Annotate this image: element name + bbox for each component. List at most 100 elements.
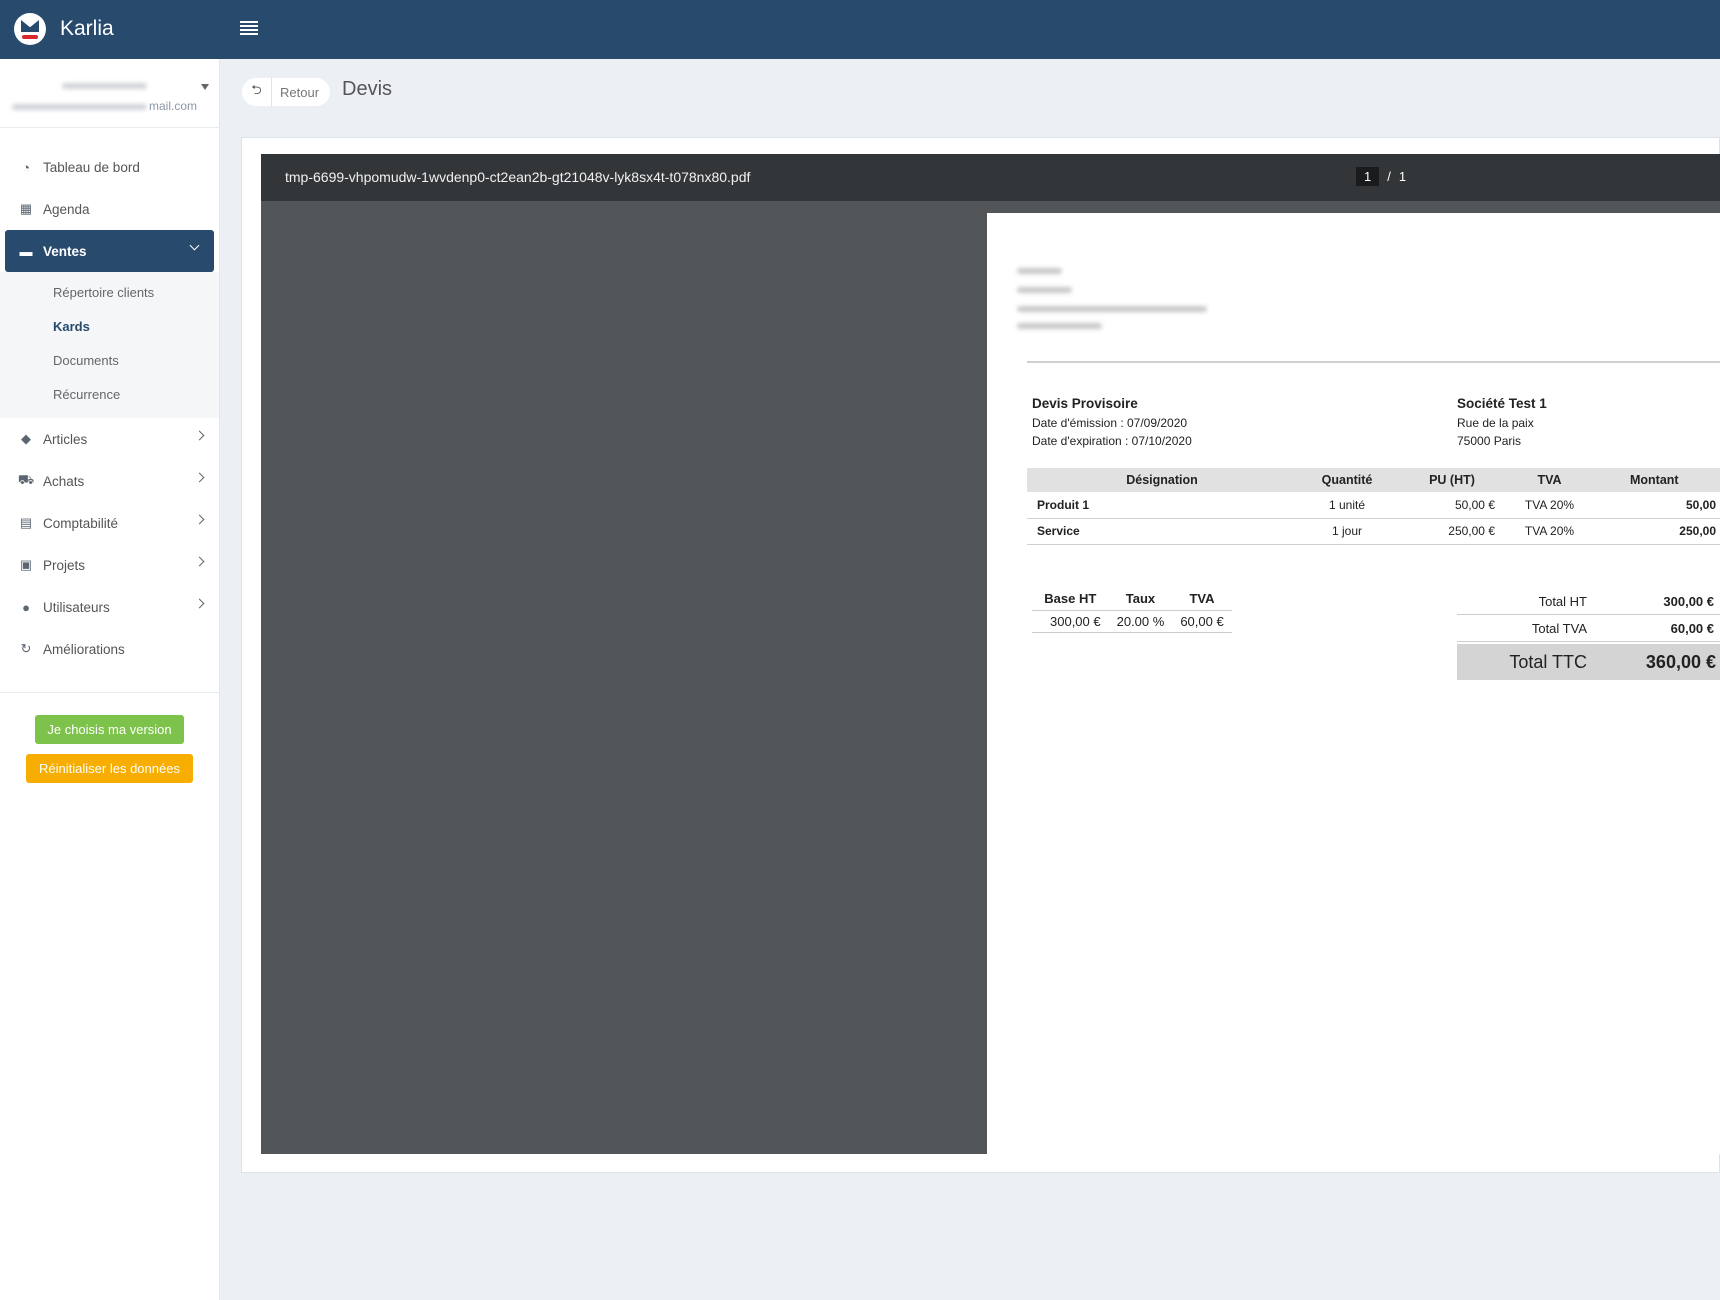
main-nav: ◔ Tableau de bord ▦ Agenda ▬ Ventes Répe…	[0, 128, 219, 670]
sidebar-item-label: Comptabilité	[43, 515, 119, 531]
briefcase-icon: ▬	[19, 243, 33, 259]
pdf-toolbar: tmp-6699-vhpomudw-1wvdenp0-ct2ean2b-gt21…	[261, 154, 1720, 201]
emission-date: Date d'émission : 07/09/2020	[1032, 416, 1188, 430]
sidebar-item-label: Tableau de bord	[43, 159, 140, 175]
sidebar-item-comptabilite[interactable]: ▤ Comptabilité	[0, 502, 219, 544]
refresh-icon: ↻	[20, 641, 32, 656]
cart-icon: ⛟	[17, 472, 35, 487]
col-header: TVA	[1507, 468, 1592, 492]
sidebar-item-ameliorations[interactable]: ↻ Améliorations	[0, 628, 219, 670]
calculator-icon: ▤	[19, 515, 33, 530]
quote-title: Devis Provisoire	[1032, 396, 1138, 411]
project-icon: ▣	[19, 557, 33, 572]
reset-data-button[interactable]: Réinitialiser les données	[26, 754, 193, 783]
total-tva-value: 60,00 €	[1670, 620, 1714, 636]
sidebar-item-achats[interactable]: ⛟ Achats	[0, 460, 219, 502]
total-tva-label: Total TVA	[1531, 620, 1587, 636]
col-header: Montant	[1592, 468, 1720, 492]
total-ht-row: Total HT 300,00 €	[1457, 588, 1720, 615]
sidebar-item-articles[interactable]: ◆ Articles	[0, 418, 219, 460]
sidebar: mail.com ◔ Tableau de bord ▦ Agenda ▬ Ve…	[0, 59, 220, 1300]
cell-quantite: 1 jour	[1297, 518, 1397, 545]
top-bar: Karlia	[0, 0, 1720, 59]
chevron-right-icon	[194, 472, 205, 483]
cell-pu: 50,00 €	[1397, 492, 1507, 519]
pdf-viewer[interactable]: tmp-6699-vhpomudw-1wvdenp0-ct2ean2b-gt21…	[261, 154, 1720, 1154]
cell-montant: 250,00	[1592, 518, 1720, 545]
tva-col-header: TVA	[1172, 588, 1232, 611]
user-menu[interactable]: mail.com	[0, 59, 219, 127]
pdf-page: Devis Provisoire Date d'émission : 07/09…	[987, 213, 1720, 1154]
ventes-submenu: Répertoire clients Kards Documents Récur…	[0, 272, 219, 418]
calendar-icon: ▦	[19, 201, 33, 216]
table-row: Produit 1 1 unité 50,00 € TVA 20% 50,00	[1027, 492, 1720, 519]
menu-toggle-icon[interactable]	[240, 21, 258, 37]
sidebar-item-label: Améliorations	[43, 641, 125, 657]
sidebar-item-label: Agenda	[43, 201, 90, 217]
users-icon: ●	[22, 599, 30, 615]
client-info: Société Test 1 Rue de la paix 75000 Pari…	[1457, 394, 1547, 450]
total-pages: 1	[1398, 169, 1407, 184]
cell-designation: Service	[1027, 518, 1297, 545]
cell-tva: TVA 20%	[1507, 518, 1592, 545]
client-name: Société Test 1	[1457, 396, 1547, 411]
col-header: Quantité	[1297, 468, 1397, 492]
col-header: PU (HT)	[1397, 468, 1507, 492]
sidebar-subitem-repertoire-clients[interactable]: Répertoire clients	[0, 276, 219, 310]
sidebar-item-agenda[interactable]: ▦ Agenda	[0, 188, 219, 230]
caret-down-icon[interactable]	[201, 84, 209, 90]
chevron-right-icon	[194, 598, 205, 609]
app-name: Karlia	[60, 17, 114, 40]
cell-tva: TVA 20%	[1507, 492, 1592, 519]
header-divider	[1027, 361, 1720, 363]
tva-base-value: 300,00 €	[1032, 610, 1109, 633]
page-indicator: 1 / 1	[1356, 167, 1406, 186]
total-ttc-label: Total TTC	[1509, 651, 1587, 672]
cell-designation: Produit 1	[1027, 492, 1297, 519]
back-button[interactable]: ⮌ Retour	[242, 78, 330, 106]
cell-pu: 250,00 €	[1397, 518, 1507, 545]
chevron-right-icon	[194, 514, 205, 525]
table-header-row: Désignation Quantité PU (HT) TVA Montant	[1027, 468, 1720, 492]
pdf-filename: tmp-6699-vhpomudw-1wvdenp0-ct2ean2b-gt21…	[285, 169, 751, 185]
tva-col-header: Taux	[1108, 588, 1173, 611]
tva-col-header: Base HT	[1032, 588, 1109, 611]
expiration-date: Date d'expiration : 07/10/2020	[1032, 434, 1192, 448]
cell-quantite: 1 unité	[1297, 492, 1397, 519]
totals-block: Total HT 300,00 € Total TVA 60,00 € Tota…	[1457, 588, 1720, 680]
current-page-input[interactable]: 1	[1356, 167, 1380, 186]
back-arrow-icon: ⮌	[242, 78, 272, 106]
sidebar-item-tableau-de-bord[interactable]: ◔ Tableau de bord	[0, 146, 219, 188]
client-address-1: Rue de la paix	[1457, 416, 1534, 430]
sidebar-subitem-recurrence[interactable]: Récurrence	[0, 378, 219, 412]
total-ttc-value: 360,00 €	[1645, 651, 1716, 672]
sidebar-subitem-documents[interactable]: Documents	[0, 344, 219, 378]
tags-icon: ◆	[21, 431, 31, 446]
sidebar-subitem-kards[interactable]: Kards	[0, 310, 219, 344]
choose-version-button[interactable]: Je choisis ma version	[35, 715, 184, 744]
chevron-right-icon	[194, 430, 205, 441]
sidebar-item-label: Achats	[43, 473, 85, 489]
total-ht-label: Total HT	[1538, 593, 1587, 609]
cell-montant: 50,00	[1592, 492, 1720, 519]
sidebar-item-utilisateurs[interactable]: ● Utilisateurs	[0, 586, 219, 628]
sidebar-item-ventes[interactable]: ▬ Ventes	[5, 230, 214, 272]
tva-amount-value: 60,00 €	[1172, 610, 1232, 633]
sidebar-item-label: Utilisateurs	[43, 599, 110, 615]
page-separator: /	[1387, 169, 1391, 184]
brand[interactable]: Karlia	[14, 12, 114, 46]
chevron-down-icon	[189, 240, 200, 251]
page-title: Devis	[342, 78, 393, 100]
chevron-right-icon	[194, 556, 205, 567]
sidebar-item-label: Projets	[43, 557, 86, 573]
tva-rate-value: 20.00 %	[1108, 610, 1173, 633]
total-tva-row: Total TVA 60,00 €	[1457, 615, 1720, 642]
col-header: Désignation	[1027, 468, 1297, 492]
user-email: mail.com	[148, 99, 197, 113]
table-row: Service 1 jour 250,00 € TVA 20% 250,00	[1027, 518, 1720, 545]
client-address-2: 75000 Paris	[1457, 434, 1522, 448]
sidebar-item-projets[interactable]: ▣ Projets	[0, 544, 219, 586]
quote-lines-table: Désignation Quantité PU (HT) TVA Montant…	[1027, 468, 1720, 545]
sidebar-item-label: Articles	[43, 431, 88, 447]
sidebar-item-label: Ventes	[43, 243, 87, 259]
